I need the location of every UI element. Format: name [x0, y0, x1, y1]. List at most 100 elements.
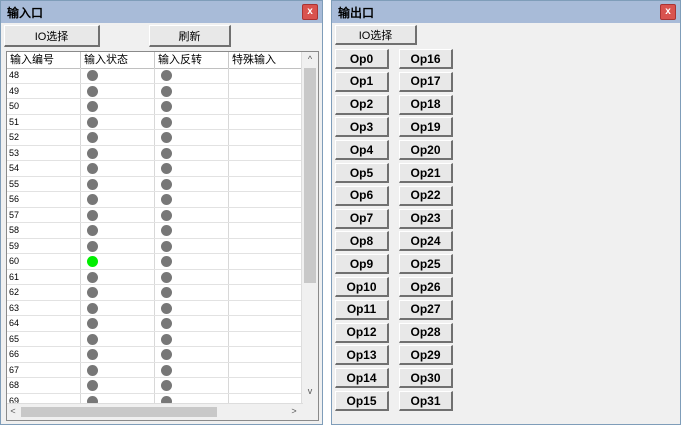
horizontal-scroll-thumb[interactable] — [21, 407, 217, 417]
output-button-op30[interactable]: Op30 — [399, 368, 453, 389]
table-row[interactable]: 62 — [7, 285, 303, 301]
output-button-op5[interactable]: Op5 — [335, 163, 389, 183]
invert-indicator-icon[interactable] — [161, 163, 172, 174]
invert-indicator-icon[interactable] — [161, 333, 172, 345]
output-button-op20[interactable]: Op20 — [399, 140, 453, 161]
invert-indicator-icon[interactable] — [161, 271, 172, 283]
output-button-op11[interactable]: Op11 — [335, 299, 389, 320]
table-row[interactable]: 63 — [7, 300, 303, 316]
output-button-op9[interactable]: Op9 — [335, 254, 389, 275]
table-row[interactable]: 64 — [7, 316, 303, 332]
invert-indicator-icon[interactable] — [161, 178, 172, 190]
output-button-op0[interactable]: Op0 — [335, 49, 389, 69]
output-button-op18[interactable]: Op18 — [399, 94, 453, 115]
io-select-button[interactable]: IO选择 — [4, 25, 100, 47]
output-button-op6[interactable]: Op6 — [335, 185, 389, 206]
header-input-state[interactable]: 输入状态 — [81, 52, 155, 68]
table-row[interactable]: 52 — [7, 130, 303, 146]
invert-indicator-icon[interactable] — [161, 70, 172, 81]
output-button-op14[interactable]: Op14 — [335, 368, 389, 389]
invert-indicator-icon[interactable] — [161, 256, 172, 267]
table-row[interactable]: 50 — [7, 99, 303, 115]
output-button-op22[interactable]: Op22 — [399, 185, 453, 206]
invert-indicator-icon[interactable] — [161, 364, 172, 376]
io-select-button[interactable]: IO选择 — [335, 25, 417, 45]
invert-indicator-icon[interactable] — [161, 116, 172, 128]
header-input-invert[interactable]: 输入反转 — [155, 52, 229, 68]
input-invert-cell — [155, 269, 229, 284]
output-button-op3[interactable]: Op3 — [335, 117, 389, 138]
invert-indicator-icon[interactable] — [161, 194, 172, 205]
output-button-op2[interactable]: Op2 — [335, 94, 389, 115]
output-button-op13[interactable]: Op13 — [335, 345, 389, 366]
invert-indicator-icon[interactable] — [161, 349, 172, 360]
output-button-op8[interactable]: Op8 — [335, 231, 389, 252]
vertical-scroll-thumb[interactable] — [304, 68, 316, 283]
table-row[interactable]: 67 — [7, 362, 303, 378]
table-row[interactable]: 66 — [7, 347, 303, 363]
table-row[interactable]: 49 — [7, 83, 303, 99]
output-button-op15[interactable]: Op15 — [335, 391, 389, 411]
header-special-input[interactable]: 特殊输入 — [229, 52, 303, 68]
output-button-op17[interactable]: Op17 — [399, 71, 453, 92]
output-button-op25[interactable]: Op25 — [399, 254, 453, 275]
output-button-op28[interactable]: Op28 — [399, 322, 453, 343]
output-button-op27[interactable]: Op27 — [399, 299, 453, 320]
output-button-op19[interactable]: Op19 — [399, 117, 453, 138]
output-button-op31[interactable]: Op31 — [399, 391, 453, 411]
table-row[interactable]: 57 — [7, 207, 303, 223]
invert-indicator-icon[interactable] — [161, 302, 172, 314]
table-row[interactable]: 61 — [7, 269, 303, 285]
invert-indicator-icon[interactable] — [161, 209, 172, 221]
invert-indicator-icon[interactable] — [161, 318, 172, 329]
header-input-number[interactable]: 输入编号 — [7, 52, 81, 68]
input-table[interactable]: 输入编号 输入状态 输入反转 特殊输入 48 49 50 51 52 53 54 55 56 57… — [6, 51, 319, 421]
output-button-op23[interactable]: Op23 — [399, 208, 453, 229]
scroll-up-icon[interactable]: ^ — [302, 54, 318, 64]
scroll-right-icon[interactable]: > — [287, 406, 301, 416]
invert-indicator-icon[interactable] — [161, 287, 172, 298]
output-button-op7[interactable]: Op7 — [335, 208, 389, 229]
invert-indicator-icon[interactable] — [161, 147, 172, 159]
invert-indicator-icon[interactable] — [161, 101, 172, 112]
invert-indicator-icon[interactable] — [161, 225, 172, 236]
output-button-op1[interactable]: Op1 — [335, 71, 389, 92]
close-icon[interactable]: x — [302, 4, 318, 20]
output-button-op24[interactable]: Op24 — [399, 231, 453, 252]
output-button-op12[interactable]: Op12 — [335, 322, 389, 343]
input-state-cell — [81, 285, 155, 300]
invert-indicator-icon[interactable] — [161, 132, 172, 143]
input-invert-cell — [155, 254, 229, 269]
table-row[interactable]: 53 — [7, 145, 303, 161]
table-row[interactable]: 54 — [7, 161, 303, 177]
input-invert-cell — [155, 285, 229, 300]
table-row[interactable]: 60 — [7, 254, 303, 270]
invert-indicator-icon[interactable] — [161, 85, 172, 97]
output-button-op16[interactable]: Op16 — [399, 49, 453, 69]
output-button-op29[interactable]: Op29 — [399, 345, 453, 366]
state-indicator-icon — [87, 287, 98, 298]
table-row[interactable]: 59 — [7, 238, 303, 254]
table-row[interactable]: 68 — [7, 378, 303, 394]
invert-indicator-icon[interactable] — [161, 240, 172, 252]
table-row[interactable]: 58 — [7, 223, 303, 239]
output-button-op26[interactable]: Op26 — [399, 277, 453, 297]
invert-indicator-icon[interactable] — [161, 380, 172, 391]
refresh-button[interactable]: 刷新 — [149, 25, 231, 47]
table-row[interactable]: 56 — [7, 192, 303, 208]
table-row[interactable]: 55 — [7, 176, 303, 192]
table-row[interactable]: 48 — [7, 68, 303, 84]
horizontal-scrollbar[interactable]: < > — [7, 403, 303, 420]
scroll-down-icon[interactable]: v — [302, 386, 318, 396]
input-number: 59 — [7, 238, 81, 253]
output-button-op21[interactable]: Op21 — [399, 163, 453, 183]
table-row[interactable]: 51 — [7, 114, 303, 130]
scroll-left-icon[interactable]: < — [7, 406, 19, 416]
input-number: 49 — [7, 83, 81, 98]
output-button-op4[interactable]: Op4 — [335, 140, 389, 161]
table-row[interactable]: 65 — [7, 331, 303, 347]
vertical-scrollbar[interactable]: ^ v — [301, 52, 318, 404]
special-input-cell — [229, 300, 303, 315]
close-icon[interactable]: x — [660, 4, 676, 20]
output-button-op10[interactable]: Op10 — [335, 277, 389, 297]
